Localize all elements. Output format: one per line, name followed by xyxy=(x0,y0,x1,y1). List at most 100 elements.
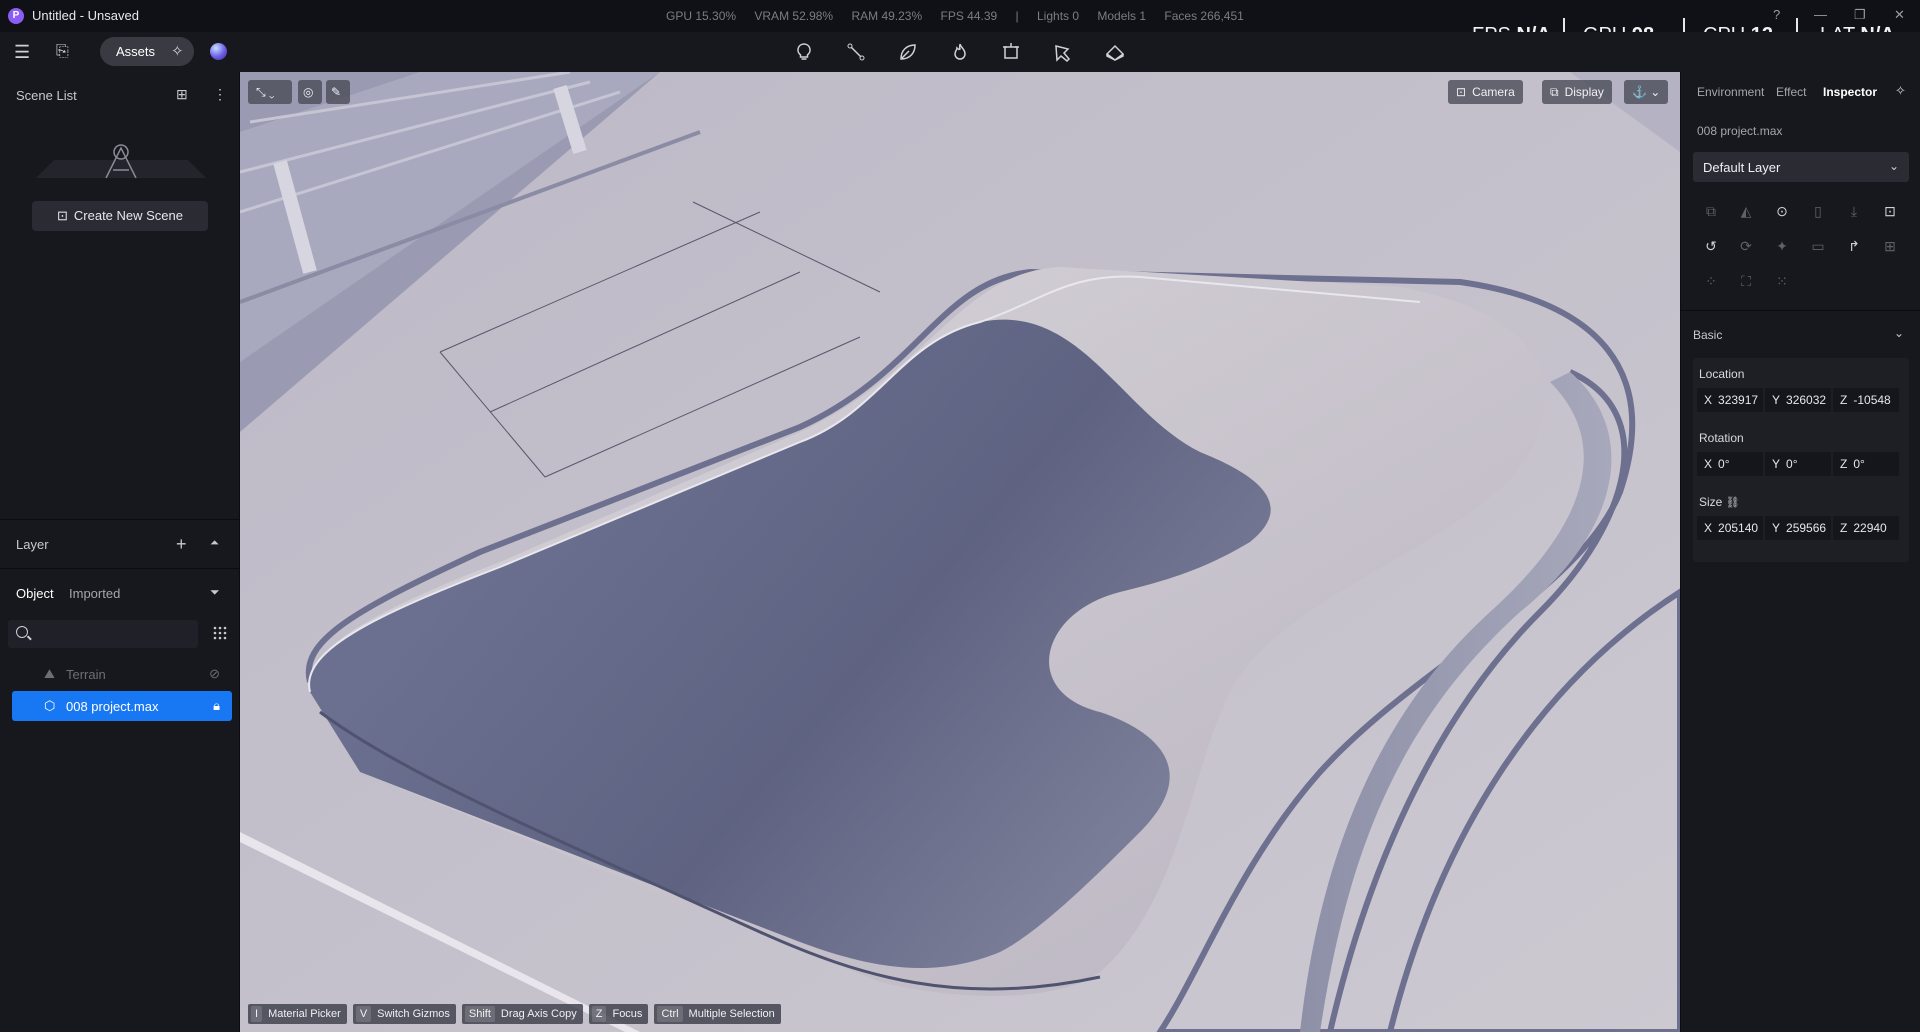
shortcut-key: I xyxy=(251,1006,263,1022)
visibility-hidden-icon[interactable]: ⊘ xyxy=(209,666,220,682)
layer-dropdown-value: Default Layer xyxy=(1703,160,1781,175)
drop-to-ground-icon[interactable]: ⤓ xyxy=(1846,203,1862,219)
stat-ram: RAM 49.23% xyxy=(851,9,923,23)
duplicate-icon[interactable]: ⧉ xyxy=(1703,203,1719,219)
shortcut-hint: I Material Picker xyxy=(248,1004,347,1024)
chevron-down-icon[interactable]: ⌄ xyxy=(1894,326,1904,340)
size-y-field[interactable]: Y 259566 xyxy=(1765,516,1831,540)
shortcut-label: Switch Gizmos xyxy=(377,1008,450,1020)
terrain-icon[interactable] xyxy=(1105,42,1125,62)
stat-separator: | xyxy=(1015,9,1019,23)
globe-icon[interactable]: ◎ xyxy=(298,80,322,104)
shortcut-key: Shift xyxy=(464,1006,495,1022)
display-icon: ⧉ xyxy=(1550,85,1559,99)
restore-icon[interactable]: ❐ xyxy=(1854,7,1866,23)
transform-icon[interactable] xyxy=(1001,42,1021,62)
3d-viewport[interactable]: ⤡ ⌄ ◎ ✎ ⊡ Camera ⧉ Display ⚓ ⌄ I Material P… xyxy=(240,72,1680,1032)
grid-view-icon[interactable] xyxy=(212,625,228,641)
location-x-value: 323917 xyxy=(1718,393,1759,407)
divider xyxy=(1681,310,1920,311)
file-import-icon[interactable]: ⎘ xyxy=(56,42,69,62)
size-z-field[interactable]: Z 22940 xyxy=(1833,516,1899,540)
create-new-scene-button[interactable]: ⊡ Create New Scene xyxy=(32,201,208,231)
fire-icon[interactable] xyxy=(950,42,970,62)
leaf-icon[interactable] xyxy=(898,42,918,62)
size-label-text: Size xyxy=(1699,495,1723,509)
location-label: Location xyxy=(1699,367,1745,381)
rotation-z-field[interactable]: Z 0° xyxy=(1833,452,1899,476)
points-icon[interactable]: ⁙ xyxy=(1774,273,1790,289)
gizmo-mode-button[interactable]: ⤡ ⌄ xyxy=(248,80,292,104)
layer-dropdown[interactable]: Default Layer ⌄ xyxy=(1693,152,1909,182)
ai-sparkle-icon[interactable]: ✧ xyxy=(171,42,184,60)
ai-assist-icon[interactable]: ✧ xyxy=(1895,83,1906,99)
scatter-icon[interactable]: ⁘ xyxy=(1703,273,1719,289)
location-x-field[interactable]: X 323917 xyxy=(1697,388,1763,412)
rotation-z-value: 0° xyxy=(1853,457,1865,471)
tab-imported[interactable]: Imported xyxy=(69,586,120,601)
rotation-y-value: 0° xyxy=(1786,457,1798,471)
assets-toggle[interactable]: Assets ✧ xyxy=(100,37,194,66)
help-icon[interactable]: ? xyxy=(1773,7,1780,22)
shortcut-hint: Ctrl Multiple Selection xyxy=(654,1004,781,1024)
tab-object[interactable]: Object xyxy=(16,586,54,601)
location-y-field[interactable]: Y 326032 xyxy=(1765,388,1831,412)
tree-item-label: Terrain xyxy=(66,667,106,682)
fit-icon[interactable]: ⛶ xyxy=(1738,273,1754,289)
scene-render[interactable] xyxy=(240,72,1680,1032)
rotation-y-field[interactable]: Y 0° xyxy=(1765,452,1831,476)
size-x-field[interactable]: X 205140 xyxy=(1697,516,1763,540)
lock-icon[interactable]: 🔒︎ xyxy=(213,698,220,714)
location-z-field[interactable]: Z -10548 xyxy=(1833,388,1899,412)
app-logo-icon: P xyxy=(8,8,24,24)
tree-item-terrain[interactable]: ⛰ Terrain ⊘ xyxy=(12,659,232,689)
eyedropper-icon[interactable]: ✎ xyxy=(326,80,350,104)
light-bulb-icon[interactable] xyxy=(794,42,814,62)
snap-menu-button[interactable]: ⚓ ⌄ xyxy=(1624,80,1669,104)
add-layer-icon[interactable]: + xyxy=(176,534,187,555)
pivot-icon[interactable]: ✦ xyxy=(1774,238,1790,254)
folder-icon[interactable]: ▭ xyxy=(1810,238,1826,254)
replace-icon[interactable]: ↱ xyxy=(1846,238,1862,254)
tab-inspector[interactable]: Inspector xyxy=(1823,85,1877,99)
refresh-icon[interactable]: ⟳ xyxy=(1738,238,1754,254)
focus-icon[interactable]: ⊙ xyxy=(1774,203,1790,219)
size-y-value: 259566 xyxy=(1786,521,1827,535)
stat-models: Models 1 xyxy=(1097,9,1147,23)
paint-icon[interactable] xyxy=(1053,42,1073,62)
collapse-icon[interactable]: ⏶ xyxy=(210,537,219,550)
menu-icon[interactable]: ☰ xyxy=(14,42,30,62)
minimize-icon[interactable]: — xyxy=(1814,7,1827,22)
ai-orb-icon[interactable] xyxy=(210,43,227,60)
add-scene-icon[interactable]: ⊞ xyxy=(176,86,188,103)
link-proportions-icon[interactable]: ⛓ xyxy=(1726,497,1740,509)
mirror-icon[interactable]: ◭ xyxy=(1738,203,1754,219)
reset-icon[interactable]: ↺ xyxy=(1703,238,1719,254)
close-icon[interactable]: ✕ xyxy=(1894,7,1905,23)
search-icon xyxy=(16,626,28,638)
stat-vram: VRAM 52.98% xyxy=(754,9,834,23)
rotation-label: Rotation xyxy=(1699,431,1744,445)
tab-effect[interactable]: Effect xyxy=(1776,85,1806,99)
tree-item-project[interactable]: ⬡ 008 project.max 🔒︎ xyxy=(12,691,232,721)
rotation-x-field[interactable]: X 0° xyxy=(1697,452,1763,476)
rotation-x-value: 0° xyxy=(1718,457,1730,471)
display-button[interactable]: ⧉ Display xyxy=(1542,80,1612,104)
model-icon: ⬡ xyxy=(44,698,56,713)
main-toolbar: ☰ ⎘ Assets ✧ xyxy=(0,32,1920,72)
search-input[interactable] xyxy=(8,620,198,648)
camera-button[interactable]: ⊡ Camera xyxy=(1448,80,1523,104)
align-icon[interactable]: ▯ xyxy=(1810,203,1826,219)
chevron-down-icon: ⌄ xyxy=(1888,159,1899,173)
camera-icon: ⊡ xyxy=(1456,85,1467,99)
more-options-icon[interactable]: ⋮ xyxy=(213,86,227,103)
export-icon[interactable]: ⊡ xyxy=(1882,203,1898,219)
object-name: 008 project.max xyxy=(1697,124,1783,138)
create-new-scene-label: Create New Scene xyxy=(73,208,184,223)
tab-environment[interactable]: Environment xyxy=(1697,85,1764,99)
path-tool-icon[interactable] xyxy=(846,42,866,62)
filter-icon[interactable]: ⏷ xyxy=(210,585,220,600)
group-icon[interactable]: ⊞ xyxy=(1882,238,1898,254)
camera-label: Camera xyxy=(1472,85,1515,99)
shortcut-key: V xyxy=(355,1006,372,1022)
